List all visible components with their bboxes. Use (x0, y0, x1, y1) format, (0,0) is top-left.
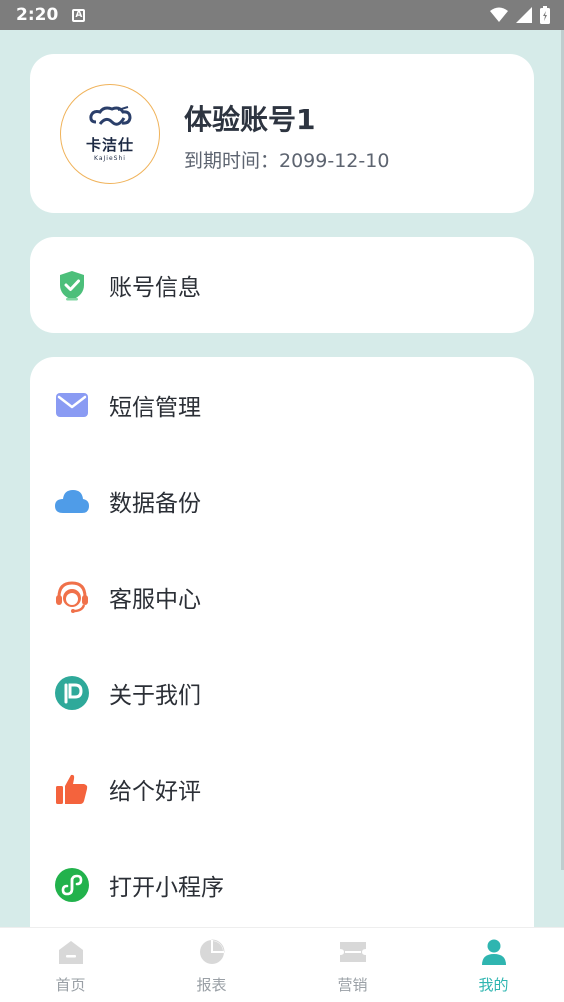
menu-item-label: 给个好评 (109, 779, 201, 805)
cloud-icon (55, 490, 89, 513)
tab-label: 首页 (55, 976, 86, 994)
menu-item-label: 打开小程序 (109, 875, 224, 901)
tab-label: 营销 (337, 976, 368, 994)
menu-item-label: 客服中心 (109, 587, 201, 613)
battery-icon (540, 6, 550, 24)
brand-name: 卡洁仕 (85, 136, 134, 154)
profile-card[interactable]: 卡洁仕 KaJieShi 体验账号1 到期时间：2099-12-10 (30, 54, 534, 213)
signal-icon (516, 7, 532, 23)
brand-name-en: KaJieShi (94, 155, 126, 162)
status-time: 2:20 (16, 5, 59, 25)
expire-date: 到期时间：2099-12-10 (184, 150, 390, 172)
menu-item-label: 关于我们 (109, 683, 201, 709)
menu-item-mini-program[interactable]: 打开小程序 (30, 837, 534, 933)
menu-item-backup[interactable]: 数据备份 (30, 453, 534, 549)
tab-label: 我的 (478, 976, 509, 994)
tab-mine[interactable]: 我的 (423, 928, 564, 1002)
menu-item-customer-service[interactable]: 客服中心 (30, 549, 534, 645)
menu-card: 短信管理 数据备份 客服中心 关于我们 给个好评 打开小程序 (30, 357, 534, 947)
bottom-tab-bar: 首页 报表 营销 我的 (0, 927, 564, 1002)
wifi-icon (490, 7, 508, 22)
mail-icon (56, 393, 88, 417)
tab-label: 报表 (196, 976, 227, 994)
menu-item-rate[interactable]: 给个好评 (30, 741, 534, 837)
tab-report[interactable]: 报表 (141, 928, 282, 1002)
menu-item-label: 短信管理 (109, 395, 201, 421)
user-icon (481, 939, 506, 965)
menu-item-about[interactable]: 关于我们 (30, 645, 534, 741)
menu-item-label: 账号信息 (109, 275, 201, 301)
account-name: 体验账号1 (184, 103, 316, 136)
mini-program-icon (55, 868, 89, 902)
brand-logo-icon (89, 106, 132, 126)
status-right (490, 6, 550, 24)
menu-item-sms[interactable]: 短信管理 (30, 357, 534, 453)
thumbs-up-icon (56, 774, 88, 804)
menu-item-account-info[interactable]: 账号信息 (30, 237, 534, 333)
headset-icon (56, 581, 88, 613)
avatar[interactable]: 卡洁仕 KaJieShi (60, 84, 160, 184)
home-icon (58, 941, 83, 964)
account-info-card[interactable]: 账号信息 (30, 237, 534, 333)
pie-chart-icon (199, 939, 225, 964)
notification-a-icon: A (72, 8, 86, 22)
tab-marketing[interactable]: 营销 (282, 928, 423, 1002)
about-icon (55, 676, 89, 710)
tab-home[interactable]: 首页 (0, 928, 141, 1002)
menu-item-label: 数据备份 (109, 491, 201, 517)
status-bar: 2:20 A (0, 0, 564, 30)
shield-check-icon (60, 271, 84, 301)
ticket-icon (339, 942, 366, 962)
